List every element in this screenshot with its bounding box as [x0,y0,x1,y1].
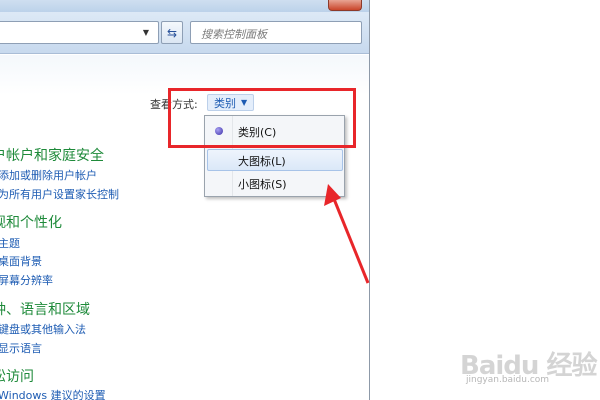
annotation-arrow [324,184,370,284]
arrow-head [324,184,341,206]
watermark-url: jingyan.baidu.com [466,375,550,385]
watermark: Baidu 经验 jingyan.baidu.com [458,345,598,395]
arrow-shaft [332,198,370,284]
